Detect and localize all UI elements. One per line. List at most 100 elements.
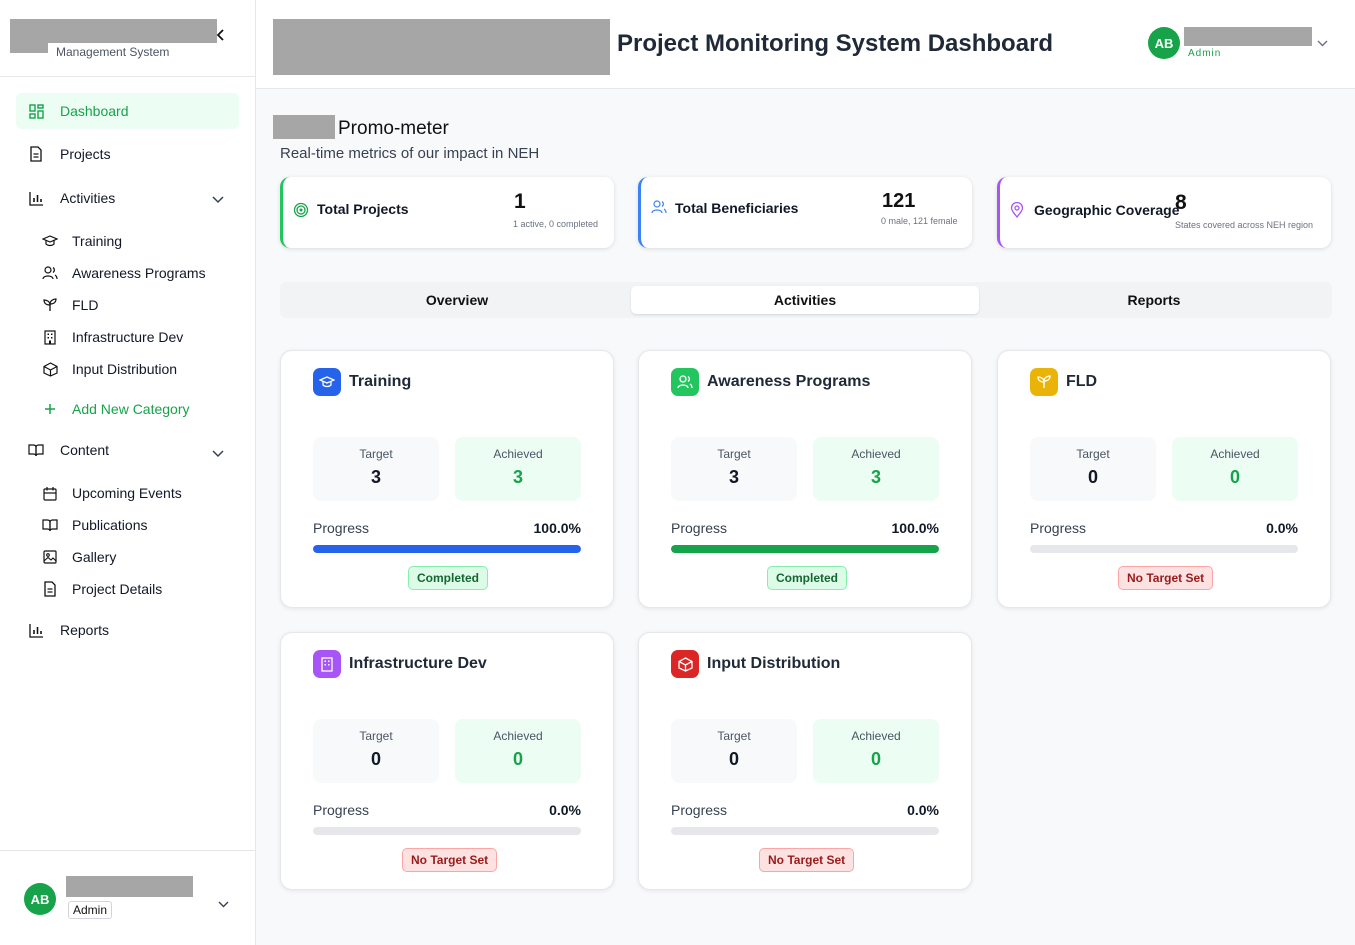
top-header: Project Monitoring System Dashboard AB A… — [256, 0, 1355, 89]
progress-label: Progress — [313, 520, 370, 536]
username-redacted — [1184, 27, 1312, 46]
target-box: Target 0 — [1030, 437, 1156, 501]
sidebar-item-label: Input Distribution — [72, 361, 178, 377]
target-value: 0 — [370, 749, 381, 769]
progress-label: Progress — [1030, 520, 1087, 536]
sidebar-item-content[interactable]: Content — [28, 442, 109, 458]
card-title: Infrastructure Dev — [349, 655, 487, 672]
sidebar-item-projects[interactable]: Projects — [28, 146, 111, 162]
sidebar-item-awareness[interactable]: Awareness Programs — [42, 265, 206, 281]
stat-value: 121 — [882, 190, 916, 212]
card-title: FLD — [1066, 373, 1098, 390]
sidebar-item-dashboard[interactable]: Dashboard — [16, 93, 239, 129]
header-logo-redacted — [273, 19, 610, 75]
sidebar-item-input-distribution[interactable]: Input Distribution — [42, 361, 177, 377]
progress-value: 100.0% — [533, 520, 581, 536]
building-icon — [313, 650, 341, 678]
achieved-value: 0 — [870, 749, 881, 769]
file-icon — [28, 146, 44, 162]
book-open-icon — [28, 442, 44, 458]
sidebar-item-publications[interactable]: Publications — [42, 517, 148, 533]
achieved-box: Achieved 0 — [813, 719, 939, 783]
sidebar-item-label: Project Details — [72, 581, 163, 597]
sidebar-item-reports[interactable]: Reports — [28, 622, 109, 638]
target-icon — [293, 202, 309, 218]
image-icon — [42, 549, 58, 565]
target-value: 3 — [728, 467, 739, 487]
logo-redacted — [10, 19, 217, 43]
progress-value: 0.0% — [1266, 520, 1298, 536]
card-title: Training — [349, 373, 412, 390]
sidebar-item-label: Infrastructure Dev — [72, 329, 184, 345]
package-icon — [42, 361, 58, 377]
achieved-value: 0 — [512, 749, 523, 769]
tab-activities[interactable]: Activities — [631, 286, 979, 314]
graduation-cap-icon — [42, 233, 58, 249]
building-icon — [42, 329, 58, 345]
activity-card-input-distribution: Input Distribution Target 0 Achieved 0 P… — [638, 632, 972, 890]
progress-bar — [313, 545, 581, 553]
status-badge: No Target Set — [1118, 566, 1214, 590]
target-value: 3 — [370, 467, 381, 487]
achieved-box: Achieved 0 — [1172, 437, 1298, 501]
tab-reports[interactable]: Reports — [980, 286, 1328, 314]
sidebar-item-training[interactable]: Training — [42, 233, 122, 249]
achieved-box: Achieved 0 — [455, 719, 581, 783]
logo-redacted-2 — [10, 43, 48, 53]
sidebar-item-fld[interactable]: FLD — [42, 297, 98, 313]
sidebar-item-infrastructure[interactable]: Infrastructure Dev — [42, 329, 183, 345]
users-icon — [651, 200, 667, 216]
stat-total-projects: Total Projects 1 1 active, 0 completed — [280, 177, 614, 248]
target-label: Target — [1076, 447, 1110, 461]
file-icon — [42, 581, 58, 597]
progress-bar — [671, 827, 939, 835]
chevron-down-icon[interactable] — [218, 895, 229, 913]
progress-bar — [671, 545, 939, 553]
tab-bar: Overview Activities Reports — [280, 282, 1332, 318]
user-role: Admin — [1188, 48, 1222, 59]
target-value: 0 — [728, 749, 739, 769]
users-icon — [671, 368, 699, 396]
progress-bar — [313, 827, 581, 835]
promo-redacted — [273, 115, 335, 139]
sidebar-item-activities[interactable]: Activities — [28, 190, 115, 206]
sidebar-item-label: Projects — [60, 146, 111, 162]
achieved-value: 3 — [870, 467, 881, 487]
dashboard-icon — [28, 103, 44, 119]
achieved-box: Achieved 3 — [813, 437, 939, 501]
chevron-down-icon[interactable] — [1317, 36, 1328, 50]
target-box: Target 3 — [671, 437, 797, 501]
progress-fill — [671, 545, 939, 553]
chevron-down-icon[interactable] — [212, 193, 224, 207]
sidebar-item-label: Publications — [72, 517, 148, 533]
sidebar-item-label: FLD — [72, 297, 99, 313]
map-pin-icon — [1010, 201, 1026, 219]
achieved-label: Achieved — [493, 447, 543, 461]
sidebar-item-label: Upcoming Events — [72, 485, 182, 501]
target-label: Target — [359, 729, 393, 743]
chevron-left-icon — [216, 29, 224, 41]
status-badge: Completed — [767, 566, 848, 590]
achieved-box: Achieved 3 — [455, 437, 581, 501]
plus-icon — [42, 401, 58, 417]
tab-overview[interactable]: Overview — [284, 286, 630, 314]
progress-label: Progress — [671, 520, 728, 536]
add-new-category-button[interactable]: Add New Category — [42, 401, 190, 417]
chevron-down-icon[interactable] — [212, 447, 224, 461]
sidebar-item-project-details[interactable]: Project Details — [42, 581, 162, 597]
collapse-sidebar-button[interactable] — [216, 28, 226, 45]
avatar: AB — [24, 883, 56, 915]
sidebar-item-upcoming-events[interactable]: Upcoming Events — [42, 485, 182, 501]
promo-title: Promo-meter — [338, 118, 449, 139]
sidebar: Management System Dashboard Projects Act… — [0, 0, 256, 945]
bar-chart-icon — [28, 190, 44, 206]
stat-total-beneficiaries: Total Beneficiaries 121 0 male, 121 fema… — [638, 177, 972, 248]
avatar[interactable]: AB — [1148, 27, 1180, 59]
activity-card-infrastructure: Infrastructure Dev Target 0 Achieved 0 P… — [280, 632, 614, 890]
target-label: Target — [717, 447, 751, 461]
card-title: Awareness Programs — [707, 373, 871, 390]
stat-value: 1 — [514, 190, 526, 213]
sidebar-item-label: Awareness Programs — [72, 265, 206, 281]
sidebar-user-menu[interactable]: AB Admin — [0, 850, 255, 945]
sidebar-item-gallery[interactable]: Gallery — [42, 549, 116, 565]
